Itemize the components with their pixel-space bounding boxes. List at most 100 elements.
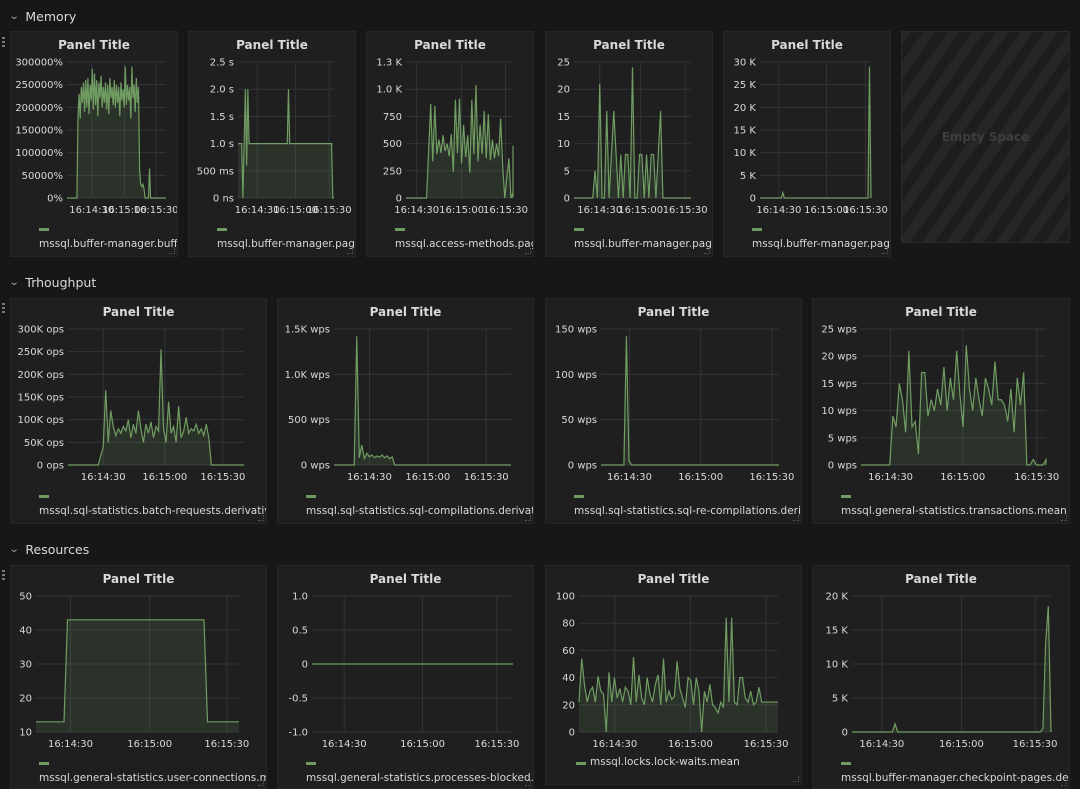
graph-canvas[interactable]: 20 K 15 K 10 K 5 K 0 16:14:30 16:15:00 16:15:30 xyxy=(813,566,1070,789)
x-tick-label: 16:15:00 xyxy=(127,739,172,750)
graph-canvas[interactable]: 150 wps 100 wps 50 wps 0 wps 16:14:30 16:15:0… xyxy=(546,299,802,524)
resize-handle[interactable] xyxy=(258,515,264,521)
resize-handle[interactable] xyxy=(704,248,710,254)
y-tick-label: 15 xyxy=(557,112,570,123)
x-tick-label: 16:15:00 xyxy=(939,739,984,750)
graph-panel[interactable]: Panel Title 50 40 30 20 10 16:14:30 16:15:00 16:… xyxy=(10,565,267,789)
resize-handle[interactable] xyxy=(525,780,531,786)
graph-canvas[interactable]: 1.5K wps 1.0K wps 500 wps 0 wps 16:14:30 16:1… xyxy=(278,299,534,524)
graph-canvas[interactable]: 25 wps 20 wps 15 wps 10 wps 5 wps 0 wps 16:14:… xyxy=(813,299,1070,524)
y-tick-label: 100 xyxy=(556,592,575,603)
graph-canvas[interactable]: 1.0 0.5 0 -0.5 -1.0 16:14:30 16:15:00 16:15:30 xyxy=(278,566,534,789)
legend-series-name[interactable]: mssql.buffer-manager.checkpoint-pages.de… xyxy=(841,772,1069,784)
graph-panel[interactable]: Panel Title 20 K 15 K 10 K5 K 0 16:14:30 16:15… xyxy=(812,565,1070,789)
row-header-throughput[interactable]: ⌄ Trhoughput xyxy=(9,273,96,291)
legend-swatch[interactable] xyxy=(574,228,584,231)
y-tick-label: 1.5K wps xyxy=(285,325,330,336)
legend-series-name[interactable]: mssql.sql-statistics.sql-compilations.de… xyxy=(306,505,533,517)
legend-swatch[interactable] xyxy=(306,762,316,765)
resize-handle[interactable] xyxy=(258,780,264,786)
x-tick-label: 16:15:30 xyxy=(204,739,249,750)
resize-handle[interactable] xyxy=(1061,780,1067,786)
legend-swatch[interactable] xyxy=(39,762,49,765)
x-tick-label: 16:15:00 xyxy=(439,205,484,216)
legend-series-name[interactable]: mssql.buffer-manager.page-writes.derivat… xyxy=(752,238,890,250)
resize-handle[interactable] xyxy=(169,248,175,254)
y-tick-label: 500 wps xyxy=(288,415,330,426)
graph-canvas[interactable]: 1.3 K 1.0 K 750 500 250 016:14:30 16:15:0016:1… xyxy=(367,32,534,257)
resize-handle[interactable] xyxy=(882,248,888,254)
graph-canvas[interactable]: 25 20 15 10 5 0 16:14:3016:15:00 16:15:30 xyxy=(546,32,713,257)
legend-series-name[interactable]: mssql.locks.lock-waits.mean xyxy=(590,756,740,768)
series-line[interactable] xyxy=(760,66,872,199)
legend-swatch[interactable] xyxy=(574,495,584,498)
x-tick-label: 16:15:30 xyxy=(744,739,789,750)
graph-panel[interactable]: Panel Title 1.3 K 1.0 K 750 500 250 0 16:14:30 1… xyxy=(366,31,534,257)
graph-canvas[interactable]: 2.5 s2.0 s1.5 s1.0 s500 ms0 ns16:14:3016… xyxy=(189,32,356,257)
resize-handle[interactable] xyxy=(347,248,353,254)
resize-handle[interactable] xyxy=(793,776,799,782)
resize-handle[interactable] xyxy=(793,515,799,521)
x-tick-label: 16:14:30 xyxy=(607,472,652,483)
legend-swatch[interactable] xyxy=(841,762,851,765)
x-tick-label: 16:14:30 xyxy=(48,739,93,750)
y-tick-label: 10 K xyxy=(826,660,849,671)
graph-panel[interactable]: Panel Title 300K ops 250K ops 200K ops 150K … xyxy=(10,298,267,524)
legend-swatch[interactable] xyxy=(395,228,405,231)
graph-panel[interactable]: Panel Title 25 wps 20 wps 15 wps 10 wps 5 wps… xyxy=(812,298,1070,524)
row-title: Resources xyxy=(25,541,90,557)
legend-swatch[interactable] xyxy=(306,495,316,498)
legend-series-name[interactable]: mssql.access-methods.page-spl xyxy=(395,238,533,250)
row-header-resources[interactable]: ⌄ Resources xyxy=(8,540,90,558)
x-tick-label: 16:15:30 xyxy=(200,472,245,483)
series-line[interactable] xyxy=(334,336,511,466)
legend-series-name[interactable]: mssql.sql-statistics.batch-requests.deri… xyxy=(39,505,266,517)
x-tick-label: 16:15:30 xyxy=(843,205,888,216)
x-tick-label: 16:15:30 xyxy=(1014,472,1059,483)
graph-panel[interactable]: Panel Title 150 wps 100 wps 50 wps 0 wps 16:1… xyxy=(545,298,802,524)
graph-canvas[interactable]: 300000% 250000% 200000% 150000% 100000% 50000… xyxy=(11,32,178,257)
y-tick-label: 15 K xyxy=(734,126,757,137)
graph-canvas[interactable]: 50 40 30 20 10 16:14:30 16:15:00 16:15:30 xyxy=(11,566,267,789)
y-tick-label: 80 xyxy=(562,619,575,630)
legend-series-name[interactable]: mssql.buffer-manager.buffer-ca xyxy=(39,238,177,250)
y-tick-label: 5 K xyxy=(740,171,757,182)
graph-panel[interactable]: Panel Title 100 80 60 40 20 0 16:14:30 16:15:00 1… xyxy=(545,565,802,785)
row-header-memory[interactable]: ⌄ Memory xyxy=(9,7,76,25)
resize-handle[interactable] xyxy=(525,515,531,521)
legend-series-name[interactable]: mssql.buffer-manager.page-rea xyxy=(574,238,712,250)
x-tick-label: 16:14:30 xyxy=(756,205,801,216)
row-drag-handle[interactable] xyxy=(2,303,6,313)
legend-series-name[interactable]: mssql.general-statistics.user-connection… xyxy=(39,772,266,784)
chevron-down-icon: ⌄ xyxy=(8,543,20,555)
legend-swatch[interactable] xyxy=(217,228,227,231)
legend-swatch[interactable] xyxy=(39,495,49,498)
series-area xyxy=(861,345,1046,465)
resize-handle[interactable] xyxy=(525,248,531,254)
graph-canvas[interactable]: 30 K25 K20 K15 K10 K5 K016:14:30 16:15:00… xyxy=(724,32,891,257)
y-tick-label: 300000% xyxy=(15,58,63,69)
graph-panel[interactable]: Panel Title 300000% 250000% 200000% 150000% 1… xyxy=(10,31,178,257)
graph-panel[interactable]: Panel Title 25 20 15 10 5 0 16:14:30 16:15:00 16:… xyxy=(545,31,713,257)
legend-series-name[interactable]: mssql.buffer-manager.page-life xyxy=(217,238,355,250)
legend-series-name[interactable]: mssql.sql-statistics.sql-re-compilations… xyxy=(574,505,801,517)
graph-panel[interactable]: Panel Title 2.5 s 2.0 s 1.5 s 1.0 s 500 ms 0 n… xyxy=(188,31,356,257)
graph-panel[interactable]: Panel Title 1.5K wps 1.0K wps 500 wps 0 wps 1… xyxy=(277,298,534,524)
legend-series-name[interactable]: mssql.general-statistics.processes-block… xyxy=(306,772,533,784)
x-tick-label: 16:15:00 xyxy=(400,739,445,750)
resize-handle[interactable] xyxy=(1061,515,1067,521)
legend-swatch[interactable] xyxy=(752,228,762,231)
legend-swatch[interactable] xyxy=(39,228,49,231)
legend-series-name[interactable]: mssql.general-statistics.transactions.me… xyxy=(841,505,1067,517)
row-drag-handle[interactable] xyxy=(2,37,6,47)
y-tick-label: 100 wps xyxy=(555,370,597,381)
legend-swatch[interactable] xyxy=(841,495,851,498)
graph-canvas[interactable]: 100 80 60 40 20 0 16:14:30 16:15:00 16:15:30 xyxy=(546,566,802,785)
graph-panel[interactable]: Panel Title 1.0 0.5 0 -0.5 -1.0 16:14:30 16:15:… xyxy=(277,565,534,789)
legend-swatch[interactable] xyxy=(576,762,586,765)
graph-canvas[interactable]: 300K ops 250K ops 200K ops 150K ops 100K ops… xyxy=(11,299,267,524)
graph-panel[interactable]: Panel Title 30 K 25 K 20 K 15 K 10 K5 K 0 16:14… xyxy=(723,31,891,257)
y-tick-label: 25 xyxy=(557,58,570,69)
row-drag-handle[interactable] xyxy=(2,570,6,580)
series-area xyxy=(760,66,871,199)
